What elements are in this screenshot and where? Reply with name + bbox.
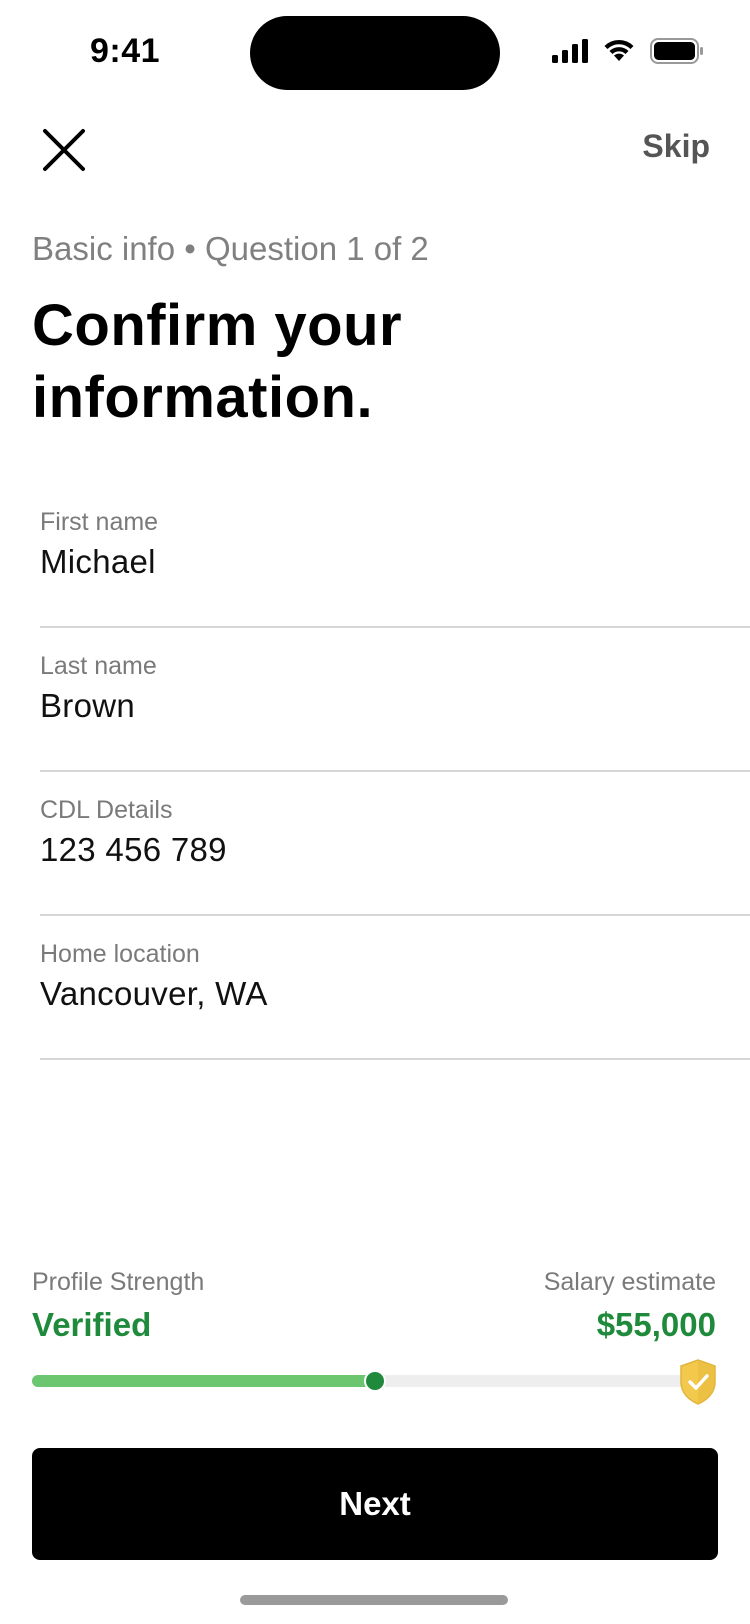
cdl-details-label: CDL Details [40, 796, 173, 824]
salary-estimate-value: $55,000 [596, 1306, 716, 1343]
first-name-label: First name [40, 508, 159, 536]
home-indicator[interactable] [240, 1595, 508, 1605]
skip-button[interactable]: Skip [642, 128, 710, 165]
first-name-value[interactable]: Michael [40, 543, 750, 581]
wifi-icon [604, 39, 634, 61]
cellular-signal-icon [552, 39, 588, 63]
last-name-field[interactable]: Last name Brown [40, 628, 750, 772]
info-fields: First name Michael Last name Brown CDL D… [40, 484, 750, 1060]
next-button[interactable]: Next [32, 1448, 718, 1560]
question-progress-caption: Basic info • Question 1 of 2 [32, 230, 429, 267]
first-name-field[interactable]: First name Michael [40, 484, 750, 628]
home-location-value[interactable]: Vancouver, WA [40, 975, 750, 1013]
progress-knob [364, 1370, 387, 1392]
close-button[interactable] [38, 124, 90, 176]
progress-fill [32, 1375, 376, 1387]
status-time: 9:41 [90, 32, 161, 70]
last-name-value[interactable]: Brown [40, 687, 750, 725]
page-title: Confirm your information. [32, 293, 403, 430]
status-icons [552, 38, 704, 64]
cdl-details-field[interactable]: CDL Details 123 456 789 [40, 772, 750, 916]
last-name-label: Last name [40, 652, 157, 680]
home-location-field[interactable]: Home location Vancouver, WA [40, 916, 750, 1060]
profile-strength-value: Verified [32, 1306, 152, 1343]
dynamic-island [250, 16, 500, 90]
shield-check-icon [680, 1359, 716, 1405]
battery-icon [650, 38, 703, 64]
cdl-details-value[interactable]: 123 456 789 [40, 831, 750, 869]
home-location-label: Home location [40, 940, 200, 968]
profile-strength-label: Profile Strength [32, 1268, 205, 1296]
close-icon [43, 129, 85, 171]
profile-strength-progress-bar [32, 1370, 692, 1392]
salary-estimate-label: Salary estimate [543, 1268, 716, 1296]
